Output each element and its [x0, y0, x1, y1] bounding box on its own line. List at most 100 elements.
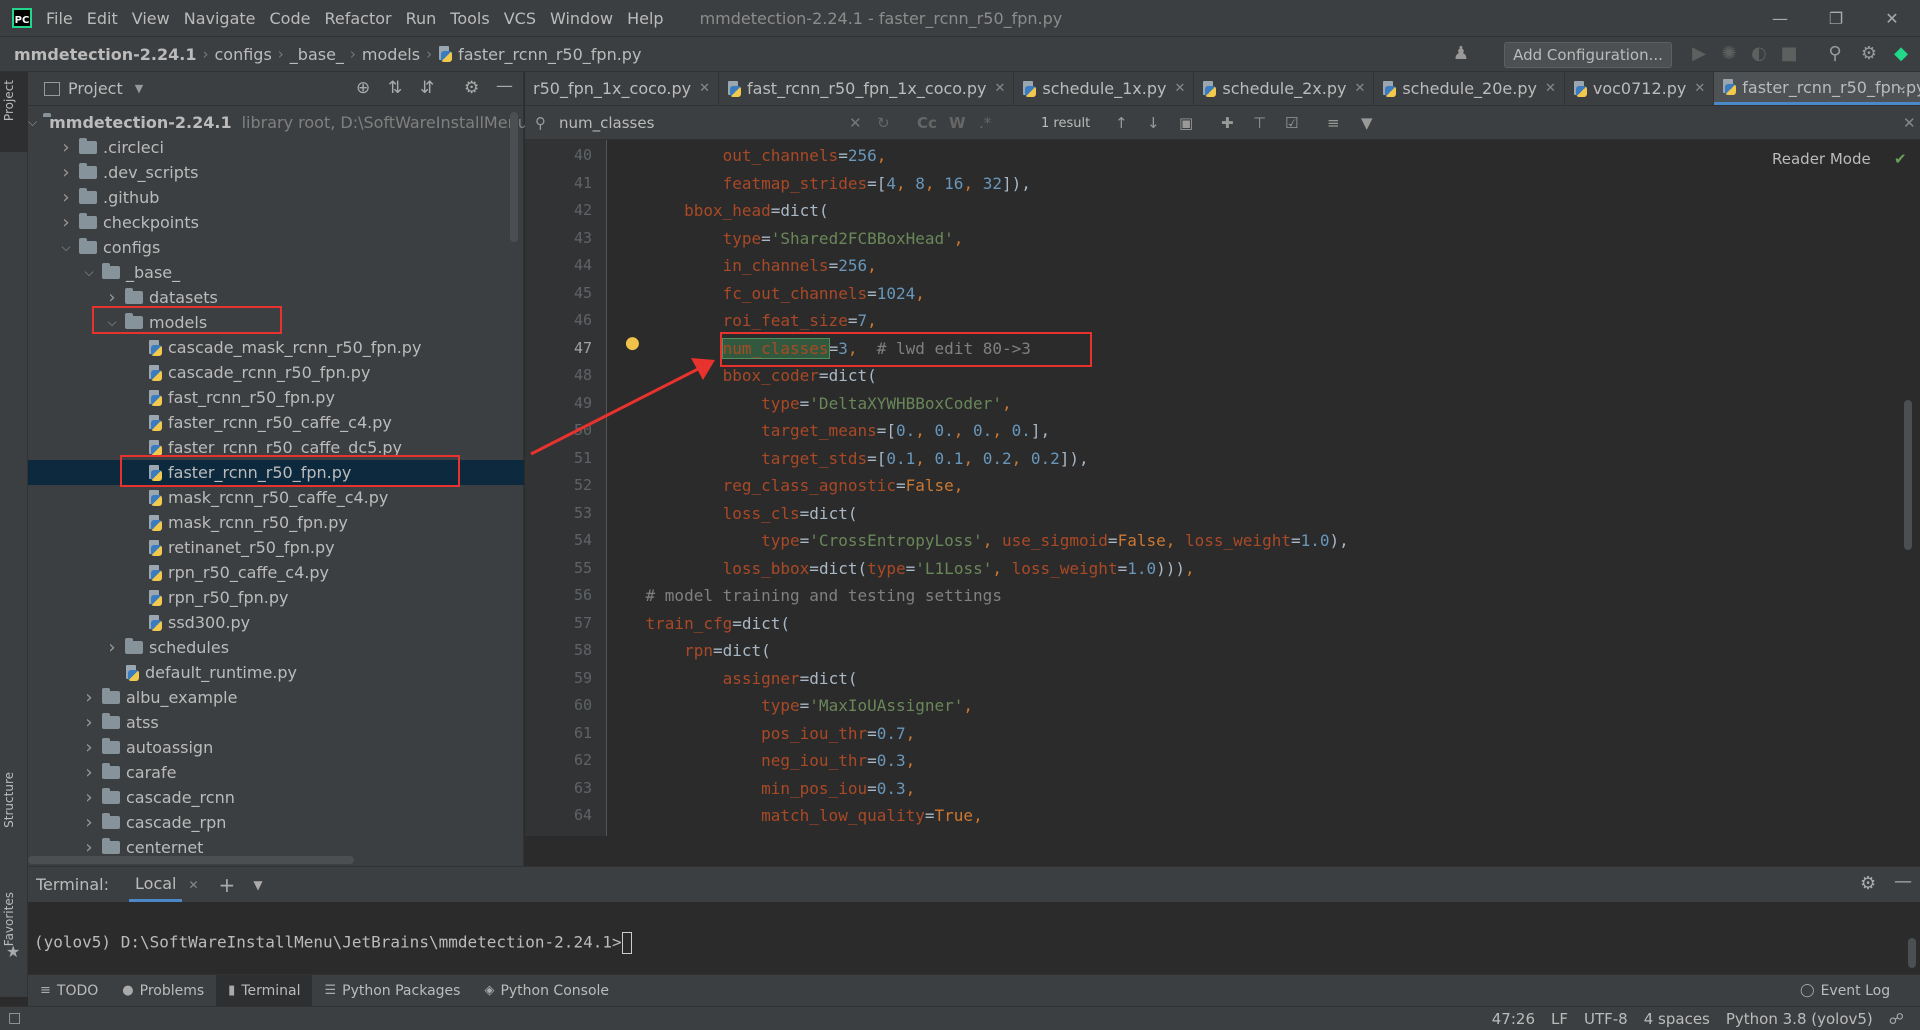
- code-line[interactable]: # model training and testing settings: [607, 582, 1002, 609]
- tree-file[interactable]: mask_rcnn_r50_caffe_c4.py: [28, 485, 524, 510]
- menu-window[interactable]: Window: [550, 9, 613, 28]
- chevron-right-icon[interactable]: ›: [59, 137, 73, 158]
- coverage-icon[interactable]: ◐: [1748, 43, 1770, 65]
- terminal-output[interactable]: (yolov5) D:\SoftWareInstallMenu\JetBrain…: [28, 902, 1920, 974]
- search-icon[interactable]: ⚲: [535, 114, 546, 132]
- tree-file[interactable]: retinanet_r50_fpn.py: [28, 535, 524, 560]
- tree-file[interactable]: rpn_r50_caffe_c4.py: [28, 560, 524, 585]
- chevron-right-icon[interactable]: ›: [82, 837, 96, 858]
- tree-file[interactable]: faster_rcnn_r50_caffe_c4.py: [28, 410, 524, 435]
- hide-terminal-icon[interactable]: —: [1894, 871, 1912, 892]
- tree-folder[interactable]: › albu_example: [28, 685, 524, 710]
- code-line[interactable]: type='MaxIoUAssigner',: [607, 692, 973, 719]
- tree-folder[interactable]: › schedules: [28, 635, 524, 660]
- tree-file[interactable]: ssd300.py: [28, 610, 524, 635]
- close-find-icon[interactable]: ✕: [1903, 114, 1916, 132]
- clear-search-icon[interactable]: ✕: [849, 114, 862, 132]
- search-everywhere-icon[interactable]: ⚲: [1824, 43, 1846, 65]
- menu-file[interactable]: File: [46, 9, 73, 28]
- chevron-down-icon[interactable]: ▼: [135, 82, 143, 95]
- tree-file[interactable]: default_runtime.py: [28, 660, 524, 685]
- chevron-right-icon[interactable]: ›: [82, 712, 96, 733]
- arrow-up-icon[interactable]: ↑: [1115, 114, 1128, 132]
- editor-scrollbar[interactable]: [1904, 400, 1912, 550]
- tree-folder[interactable]: › carafe: [28, 760, 524, 785]
- jetbrains-toolbox-icon[interactable]: ◆: [1890, 43, 1912, 65]
- terminal-settings-gear-icon[interactable]: ⚙: [1860, 873, 1876, 894]
- arrow-down-icon[interactable]: ↓: [1147, 114, 1160, 132]
- project-panel-title[interactable]: Project: [68, 79, 123, 98]
- hide-panel-icon[interactable]: —: [496, 76, 513, 96]
- breadcrumb-models[interactable]: models: [362, 45, 420, 64]
- tree-folder[interactable]: › cascade_rcnn: [28, 785, 524, 810]
- menu-refactor[interactable]: Refactor: [324, 9, 391, 28]
- reader-mode-button[interactable]: Reader Mode: [1772, 150, 1871, 168]
- tree-folder[interactable]: ⌵ _base_: [28, 260, 524, 285]
- tree-file[interactable]: cascade_rcnn_r50_fpn.py: [28, 360, 524, 385]
- code-line[interactable]: assigner=dict(: [607, 665, 858, 692]
- debug-icon[interactable]: ✺: [1718, 43, 1740, 65]
- close-tab-icon[interactable]: ✕: [1354, 81, 1365, 96]
- code-line[interactable]: type='Shared2FCBBoxHead',: [607, 225, 964, 252]
- tree-file[interactable]: mask_rcnn_r50_fpn.py: [28, 510, 524, 535]
- menu-edit[interactable]: Edit: [87, 9, 118, 28]
- chevron-right-icon[interactable]: ›: [59, 162, 73, 183]
- history-icon[interactable]: ↻: [877, 114, 890, 132]
- menu-vcs[interactable]: VCS: [504, 9, 536, 28]
- structure-tool-tab[interactable]: Structure: [2, 772, 16, 828]
- open-in-window-icon[interactable]: ▣: [1179, 114, 1193, 132]
- code-line[interactable]: in_channels=256,: [607, 252, 877, 279]
- tree-folder[interactable]: › .dev_scripts: [28, 160, 524, 185]
- project-tool-tab[interactable]: Project: [2, 80, 16, 121]
- tree-horizontal-scrollbar[interactable]: [28, 856, 354, 864]
- tool-tab-terminal[interactable]: ▮ Terminal: [216, 974, 313, 1007]
- code-line[interactable]: match_low_quality=True,: [607, 802, 983, 829]
- code-line[interactable]: out_channels=256,: [607, 142, 887, 169]
- code-line[interactable]: loss_cls=dict(: [607, 500, 858, 527]
- add-occurrence-icon[interactable]: ✚: [1221, 114, 1234, 132]
- chevron-right-icon[interactable]: ›: [82, 737, 96, 758]
- chevron-right-icon[interactable]: ›: [82, 787, 96, 808]
- code-line[interactable]: fc_out_channels=1024,: [607, 280, 925, 307]
- editor-tab[interactable]: fast_rcnn_r50_fpn_1x_coco.py ✕: [719, 72, 1015, 105]
- tree-folder[interactable]: › autoassign: [28, 735, 524, 760]
- chevron-right-icon[interactable]: ›: [82, 687, 96, 708]
- tool-tab-problems[interactable]: ● Problems: [110, 975, 216, 1007]
- close-window-icon[interactable]: ✕: [1864, 0, 1920, 36]
- file-encoding[interactable]: UTF-8: [1584, 1010, 1628, 1028]
- user-icon[interactable]: ♟: [1450, 43, 1472, 65]
- locate-icon[interactable]: ⊕: [356, 78, 370, 98]
- breadcrumb-configs[interactable]: configs: [214, 45, 271, 64]
- python-interpreter[interactable]: Python 3.8 (yolov5): [1726, 1010, 1873, 1028]
- chevron-right-icon[interactable]: ›: [105, 287, 119, 308]
- editor-tab[interactable]: r50_fpn_1x_coco.py ✕: [525, 72, 720, 105]
- event-log-button[interactable]: ◯ Event Log: [1788, 975, 1902, 1007]
- tree-scrollbar[interactable]: [510, 112, 518, 242]
- select-all-occurrences-icon[interactable]: ☑: [1285, 114, 1298, 132]
- indent-setting[interactable]: 4 spaces: [1644, 1010, 1710, 1028]
- tree-folder[interactable]: › atss: [28, 710, 524, 735]
- menu-help[interactable]: Help: [627, 9, 663, 28]
- restore-icon[interactable]: ❐: [1808, 0, 1864, 36]
- favorites-tool-tab[interactable]: Favorites: [2, 892, 16, 946]
- filter-options-icon[interactable]: ≡: [1327, 114, 1340, 132]
- close-tab-icon[interactable]: ✕: [1174, 81, 1185, 96]
- pycharm-logo-icon[interactable]: PC: [12, 8, 32, 28]
- breadcrumb-base[interactable]: _base_: [290, 45, 344, 64]
- code-line[interactable]: roi_feat_size=7,: [607, 307, 877, 334]
- editor-tab[interactable]: faster_rcnn_r50_fpn.py✕: [1714, 72, 1920, 105]
- tree-file[interactable]: cascade_mask_rcnn_r50_fpn.py: [28, 335, 524, 360]
- editor-tab[interactable]: voc0712.py ✕: [1565, 72, 1715, 105]
- chevron-right-icon[interactable]: ›: [105, 637, 119, 658]
- chevron-down-icon[interactable]: ▼: [253, 878, 262, 892]
- close-tab-icon[interactable]: ✕: [1694, 81, 1705, 96]
- line-separator[interactable]: LF: [1551, 1010, 1568, 1028]
- code-line[interactable]: featmap_strides=[4, 8, 16, 32]),: [607, 170, 1031, 197]
- code-line[interactable]: min_pos_iou=0.3,: [607, 775, 915, 802]
- chevron-right-icon[interactable]: ›: [59, 212, 73, 233]
- regex-toggle[interactable]: .*: [979, 114, 991, 132]
- tool-tab-todo[interactable]: ≡ TODO: [28, 975, 110, 1007]
- menu-view[interactable]: View: [132, 9, 170, 28]
- code-line[interactable]: loss_bbox=dict(type='L1Loss', loss_weigh…: [607, 555, 1195, 582]
- tree-folder[interactable]: › .github: [28, 185, 524, 210]
